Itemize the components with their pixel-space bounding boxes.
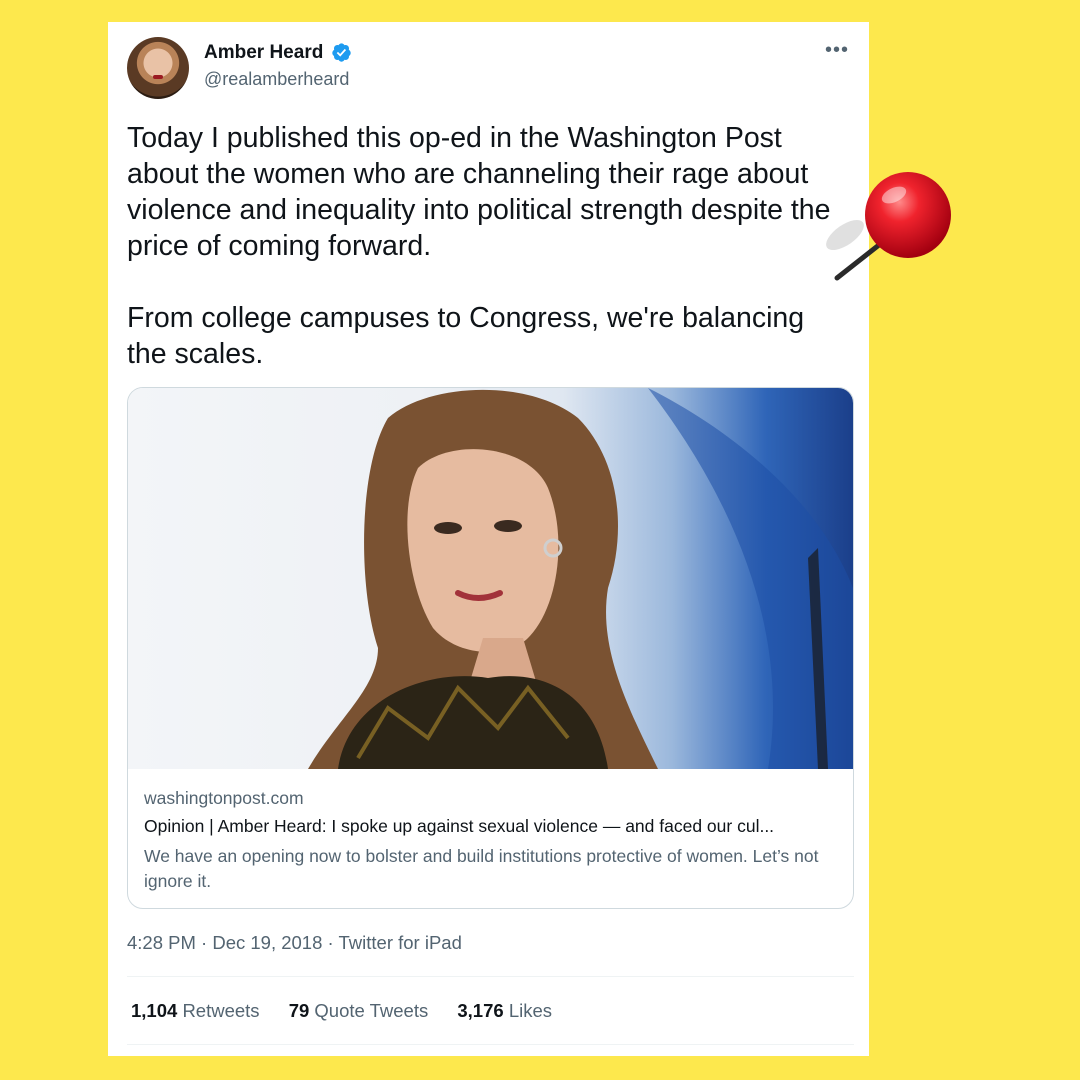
tweet-card: Amber Heard @realamberheard ••• Today I … [108,22,869,1056]
article-photo [128,388,853,769]
avatar[interactable] [127,37,189,99]
verified-badge-icon [332,43,351,62]
link-title: Opinion | Amber Heard: I spoke up agains… [144,816,775,836]
author-name[interactable]: Amber Heard [204,42,323,64]
tweet-timestamp[interactable]: 4:28 PM · Dec 19, 2018 · Twitter for iPa… [127,932,462,954]
avatar-detail [153,75,163,79]
likes-stat[interactable]: 3,176 Likes [457,1000,552,1022]
quote-tweets-stat[interactable]: 79 Quote Tweets [289,1000,429,1022]
retweets-label: Retweets [182,1000,260,1021]
retweets-stat[interactable]: 1,104 Retweets [131,1000,260,1022]
divider [127,1044,854,1045]
quote-tweets-label: Quote Tweets [314,1000,429,1021]
author-handle[interactable]: @realamberheard [204,69,349,90]
tweet-stats: 1,104 Retweets 79 Quote Tweets 3,176 Lik… [131,1000,576,1022]
link-description: We have an opening now to bolster and bu… [144,846,819,891]
likes-count: 3,176 [457,1000,504,1021]
tweet-text: Today I published this op-ed in the Wash… [127,122,831,370]
quote-tweets-count: 79 [288,1000,310,1021]
link-preview-card[interactable]: washingtonpost.com Opinion | Amber Heard… [127,387,854,909]
push-pin-icon [826,172,951,281]
divider [127,976,854,977]
retweets-count: 1,104 [131,1000,178,1021]
more-dots-icon[interactable]: ••• [822,40,852,64]
likes-label: Likes [508,1000,553,1021]
link-domain: washingtonpost.com [144,788,304,808]
link-preview-meta: washingtonpost.com Opinion | Amber Heard… [144,788,839,894]
